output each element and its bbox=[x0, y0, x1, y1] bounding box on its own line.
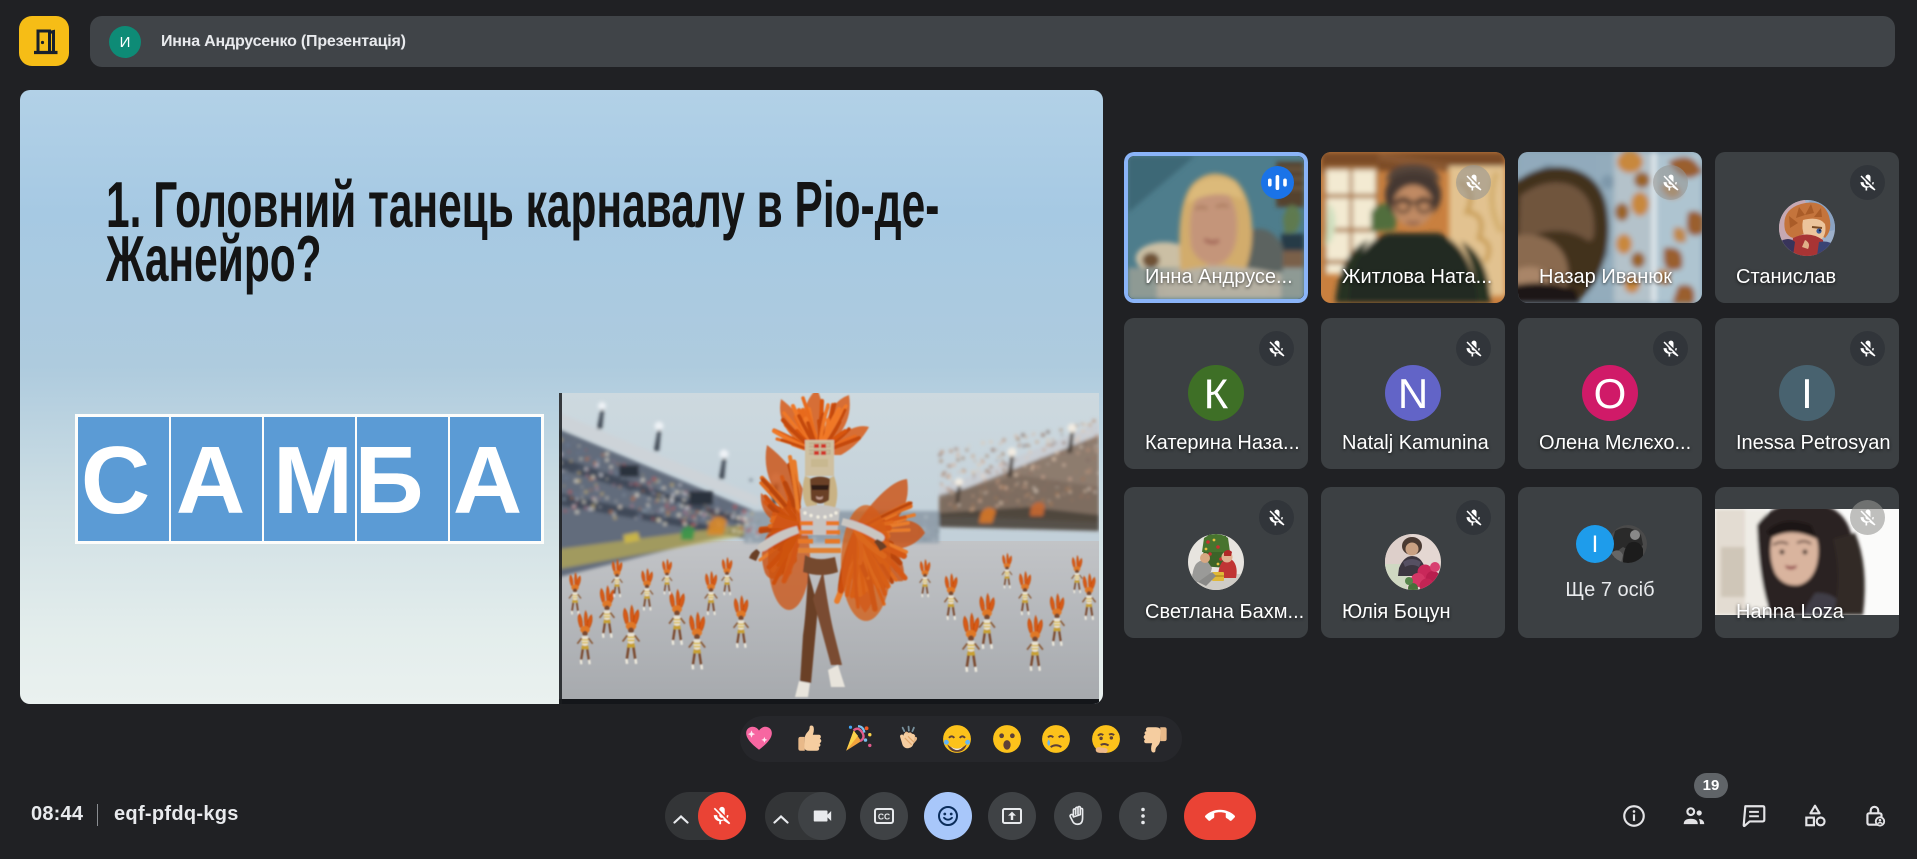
svg-text:CC: CC bbox=[878, 812, 890, 822]
